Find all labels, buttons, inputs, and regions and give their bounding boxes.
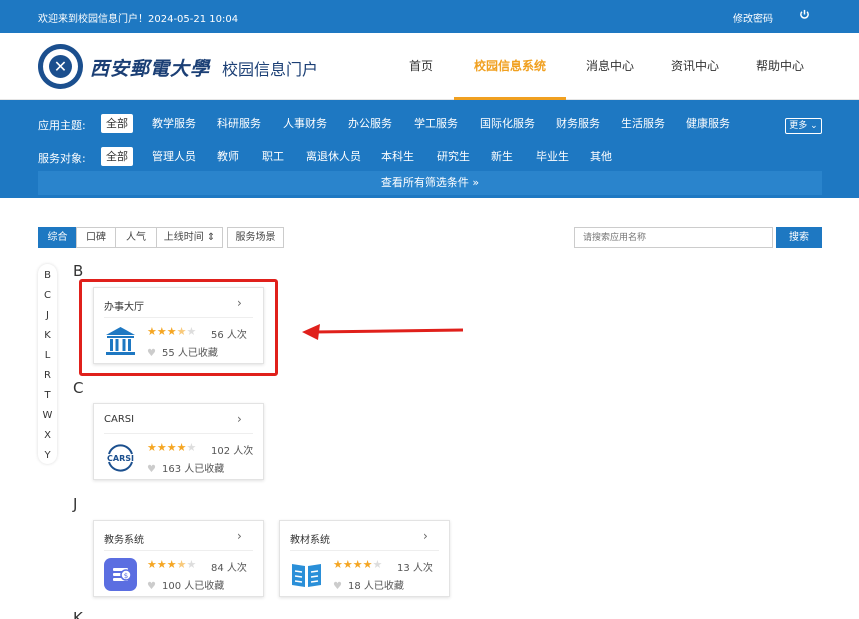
audience-retired[interactable]: 离退休人员 <box>306 147 361 166</box>
favorite-count: ♥ 100 人已收藏 <box>147 577 224 592</box>
power-icon[interactable] <box>799 9 810 20</box>
letter-index: B C J K L R T W X Y <box>38 264 57 464</box>
view-all-filters-button[interactable]: 查看所有筛选条件 » <box>38 171 822 195</box>
letter-c[interactable]: C <box>38 290 57 301</box>
heart-icon[interactable]: ♥ <box>333 581 342 592</box>
app-name: CARSI <box>104 414 135 425</box>
chevron-down-icon: ⌄ <box>810 121 818 131</box>
red-arrow-icon <box>302 324 464 340</box>
favorite-text: 100 人已收藏 <box>161 581 225 592</box>
app-card[interactable]: CARSI › CARSI ★★★★★ 102 人次 ♥ 163 人已收藏 <box>93 403 264 480</box>
audience-label: 服务对象: <box>38 152 86 165</box>
app-card[interactable]: 教务系统 › $ ★★★★★ 84 人次 ♥ 100 人已收藏 <box>93 520 264 597</box>
theme-research[interactable]: 科研服务 <box>217 114 261 133</box>
visit-count: 13 人次 <box>397 563 433 574</box>
theme-life[interactable]: 生活服务 <box>621 114 665 133</box>
favorite-text: 163 人已收藏 <box>161 464 225 475</box>
more-label: 更多 <box>789 121 808 131</box>
app-card[interactable]: 教材系统 › ★★★★★ 13 人次 ♥ 18 人已收藏 <box>279 520 450 597</box>
app-name: 教务系统 <box>104 535 144 546</box>
favorite-count: ♥ 163 人已收藏 <box>147 460 224 475</box>
letter-k[interactable]: K <box>38 330 57 341</box>
section-heading-c: C <box>73 379 84 397</box>
highlight-box <box>79 279 278 376</box>
audience-graduating[interactable]: 毕业生 <box>536 147 569 166</box>
audience-freshman[interactable]: 新生 <box>491 147 513 166</box>
favorite-text: 18 人已收藏 <box>347 581 404 592</box>
chevron-right-icon: › <box>237 412 242 426</box>
filter-panel: 应用主题: 全部 教学服务 科研服务 人事财务 办公服务 学工服务 国际化服务 … <box>0 100 859 198</box>
heart-icon[interactable]: ♥ <box>147 464 156 475</box>
open-book-icon <box>292 564 321 587</box>
welcome-text: 欢迎来到校园信息门户！2024-05-21 10:04 <box>38 14 239 25</box>
letter-y[interactable]: Y <box>38 450 57 461</box>
visit-count: 84 人次 <box>211 563 247 574</box>
theme-office[interactable]: 办公服务 <box>348 114 392 133</box>
nav-help[interactable]: 帮助中心 <box>752 33 808 100</box>
sort-tab-reputation[interactable]: 口碑 <box>76 227 116 248</box>
app-name: 教材系统 <box>290 535 330 546</box>
svg-text:CARSI: CARSI <box>107 454 134 463</box>
heart-icon[interactable]: ♥ <box>147 581 156 592</box>
rating-stars: ★★★★★ <box>147 441 197 454</box>
section-heading-j: J <box>73 495 78 513</box>
theme-teaching[interactable]: 教学服务 <box>152 114 196 133</box>
header: ✕ 西安郵電大學 校园信息门户 首页 校园信息系统 消息中心 资讯中心 帮助中心 <box>0 33 859 100</box>
theme-finance[interactable]: 财务服务 <box>556 114 600 133</box>
letter-r[interactable]: R <box>38 370 57 381</box>
theme-student-affairs[interactable]: 学工服务 <box>414 114 458 133</box>
section-heading-b: B <box>73 262 84 280</box>
nav-home[interactable]: 首页 <box>400 33 442 100</box>
view-all-label: 查看所有筛选条件 <box>380 176 469 189</box>
search-input[interactable] <box>574 227 773 248</box>
letter-t[interactable]: T <box>38 390 57 401</box>
theme-health[interactable]: 健康服务 <box>686 114 730 133</box>
audience-teacher[interactable]: 教师 <box>217 147 239 166</box>
theme-international[interactable]: 国际化服务 <box>480 114 535 133</box>
sort-tab-overall[interactable]: 综合 <box>38 227 77 248</box>
rating-stars: ★★★★★ <box>333 558 383 571</box>
portal-name: 校园信息门户 <box>222 60 319 79</box>
audience-all[interactable]: 全部 <box>101 147 133 166</box>
letter-j[interactable]: J <box>38 310 57 321</box>
sort-arrows-icon: ⇕ <box>206 232 216 243</box>
university-name[interactable]: 西安郵電大學 <box>90 54 210 81</box>
nav-news[interactable]: 资讯中心 <box>668 33 722 100</box>
section-heading-k: K <box>73 609 83 619</box>
university-emblem-icon[interactable]: ✕ <box>38 44 83 89</box>
carsi-logo-icon: CARSI <box>107 444 134 472</box>
more-themes-button[interactable]: 更多 ⌄ <box>785 118 822 134</box>
audience-other[interactable]: 其他 <box>590 147 612 166</box>
chevron-right-icon: › <box>423 529 428 543</box>
visit-count: 102 人次 <box>211 446 254 457</box>
double-chevron-down-icon: » <box>472 176 480 189</box>
audience-admin[interactable]: 管理人员 <box>152 147 196 166</box>
theme-label: 应用主题: <box>38 119 86 132</box>
launch-time-label: 上线时间 <box>163 232 204 243</box>
letter-l[interactable]: L <box>38 350 57 361</box>
search-button[interactable]: 搜索 <box>776 227 822 248</box>
letter-w[interactable]: W <box>38 410 57 421</box>
theme-all[interactable]: 全部 <box>101 114 133 133</box>
rating-stars: ★★★★★ <box>147 558 197 571</box>
top-bar: 欢迎来到校园信息门户！2024-05-21 10:04 修改密码 <box>0 0 859 33</box>
sort-tab-launch-time[interactable]: 上线时间 ⇕ <box>156 227 223 248</box>
audience-staff[interactable]: 职工 <box>262 147 284 166</box>
nav-messages[interactable]: 消息中心 <box>584 33 636 100</box>
change-password-link[interactable]: 修改密码 <box>733 10 773 25</box>
sort-tab-popularity[interactable]: 人气 <box>115 227 157 248</box>
chevron-right-icon: › <box>237 529 242 543</box>
letter-x[interactable]: X <box>38 430 57 441</box>
nav-campus-systems[interactable]: 校园信息系统 <box>454 33 566 100</box>
sort-tab-service-scene[interactable]: 服务场景 <box>227 227 284 248</box>
theme-hr-finance[interactable]: 人事财务 <box>283 114 327 133</box>
audience-undergrad[interactable]: 本科生 <box>381 147 414 166</box>
letter-b[interactable]: B <box>38 270 57 281</box>
svg-text:$: $ <box>124 572 128 580</box>
audience-graduate[interactable]: 研究生 <box>437 147 470 166</box>
money-stack-icon: $ <box>104 558 137 591</box>
favorite-count: ♥ 18 人已收藏 <box>333 577 404 592</box>
